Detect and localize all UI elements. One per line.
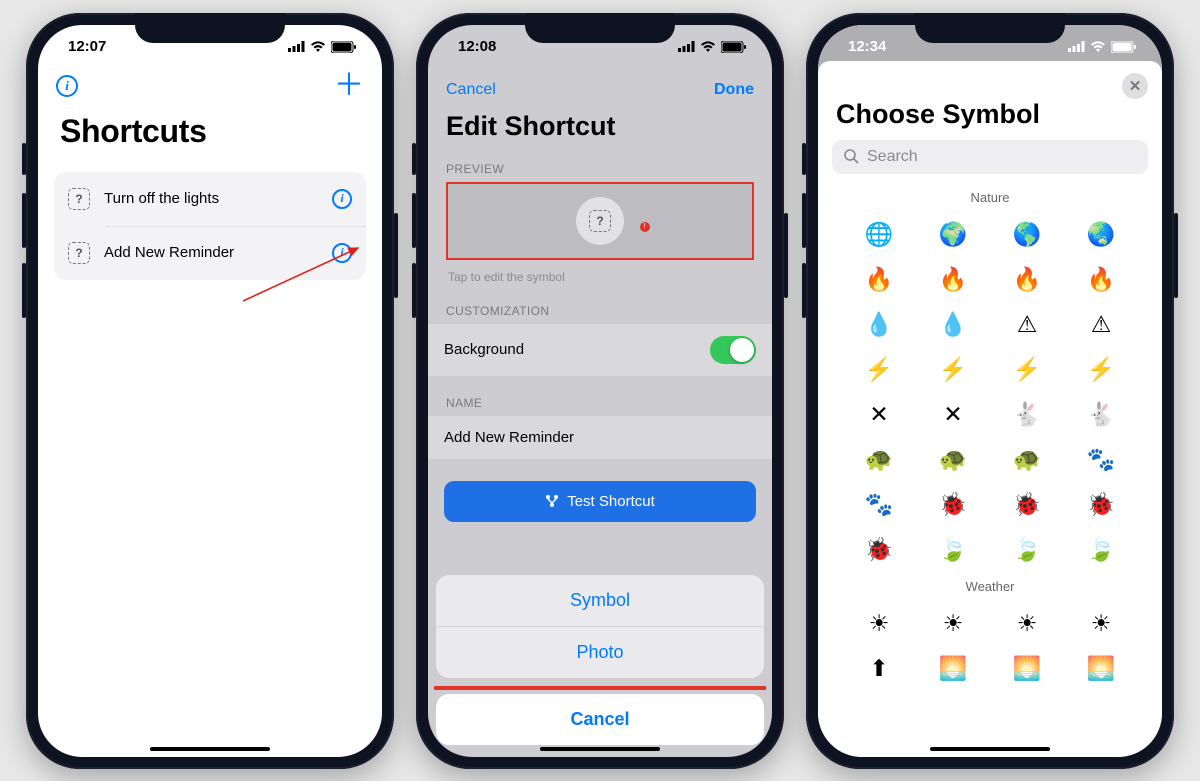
symbol-item[interactable]: 🍃 <box>1013 538 1042 561</box>
symbol-item[interactable]: 🔥 <box>865 268 894 291</box>
symbol-item[interactable]: 🌅 <box>939 657 968 680</box>
phone-choose-symbol: 12:34 ✕ Choose Symbol Search Nature 🌐 🌍 🌎 🌏… <box>806 13 1174 769</box>
symbol-item[interactable]: ☀ <box>1091 612 1112 635</box>
wifi-icon <box>1090 41 1106 53</box>
symbol-item[interactable]: ☀ <box>1017 612 1038 635</box>
symbol-item[interactable]: ✕ <box>869 403 888 426</box>
symbol-item[interactable]: 🔥 <box>939 268 968 291</box>
symbol-item[interactable]: 🌐 <box>865 223 894 246</box>
symbol-item[interactable]: ⚡ <box>939 358 968 381</box>
info-icon[interactable]: i <box>56 75 78 97</box>
symbol-item[interactable]: ☀ <box>943 612 964 635</box>
symbol-item[interactable]: 🍃 <box>939 538 968 561</box>
list-item-label: Add New Reminder <box>104 244 318 261</box>
wifi-icon <box>310 41 326 53</box>
symbol-item[interactable]: 🐞 <box>1087 493 1116 516</box>
cellular-icon <box>288 41 305 52</box>
close-button[interactable]: ✕ <box>1122 73 1148 99</box>
name-field[interactable]: Add New Reminder <box>428 416 772 459</box>
sheet-option-photo[interactable]: Photo <box>436 626 764 678</box>
symbol-grid-nature: 🌐 🌍 🌎 🌏 🔥 🔥 🔥 🔥 💧 💧 ⚠ ⚠ ⚡ ⚡ ⚡ ⚡ ✕ ✕ 🐇 🐇 🐢 🐢 🐢 🐾 🐾 🐞 🐞 🐞 🐞 🍃 🍃 🍃 <box>818 215 1162 565</box>
symbol-item[interactable]: 🌅 <box>1087 657 1116 680</box>
symbol-item[interactable]: ⚠ <box>1091 313 1112 336</box>
list-item[interactable]: ? Turn off the lights i <box>54 172 366 226</box>
phone-edit-shortcut: 12:08 Cancel Done Edit Shortcut PREVIEW … <box>416 13 784 769</box>
symbol-item[interactable]: 🐾 <box>865 493 894 516</box>
page-title: Shortcuts <box>38 107 382 164</box>
category-label-weather: Weather <box>818 565 1162 604</box>
home-indicator[interactable] <box>930 747 1050 751</box>
sheet-cancel-button[interactable]: Cancel <box>436 694 764 745</box>
annotation-highlight <box>434 686 766 690</box>
category-label-nature: Nature <box>818 184 1162 215</box>
status-time: 12:34 <box>848 38 886 55</box>
home-indicator[interactable] <box>540 747 660 751</box>
symbol-item[interactable]: 🍃 <box>1087 538 1116 561</box>
symbol-item[interactable]: 🐢 <box>865 448 894 471</box>
symbol-item[interactable]: 💧 <box>939 313 968 336</box>
page-title: Edit Shortcut <box>428 103 772 160</box>
symbol-item[interactable]: 🐞 <box>1013 493 1042 516</box>
symbol-item[interactable]: ⚠ <box>1017 313 1038 336</box>
error-badge-icon: ! <box>640 222 650 232</box>
branch-icon <box>545 494 559 508</box>
symbol-item[interactable]: 🔥 <box>1087 268 1116 291</box>
section-label-customization: CUSTOMIZATION <box>428 302 772 324</box>
background-toggle[interactable] <box>710 336 756 364</box>
home-indicator[interactable] <box>150 747 270 751</box>
action-sheet: Symbol Photo Cancel <box>436 575 764 745</box>
symbol-item[interactable]: ⬆ <box>869 657 888 680</box>
info-icon[interactable]: i <box>332 189 352 209</box>
section-label-name: NAME <box>428 394 772 416</box>
add-button[interactable]: ＋ <box>334 71 364 101</box>
symbol-item[interactable]: 🐢 <box>1013 448 1042 471</box>
symbol-item[interactable]: 🐞 <box>939 493 968 516</box>
search-placeholder: Search <box>867 148 918 166</box>
wifi-icon <box>700 41 716 53</box>
symbol-item[interactable]: 🌎 <box>1013 223 1042 246</box>
symbol-item[interactable]: 🌏 <box>1087 223 1116 246</box>
status-time: 12:08 <box>458 38 496 55</box>
sheet-option-symbol[interactable]: Symbol <box>436 575 764 626</box>
battery-icon <box>721 41 746 53</box>
info-icon[interactable]: i <box>332 243 352 263</box>
cellular-icon <box>678 41 695 52</box>
symbol-item[interactable]: ⚡ <box>865 358 894 381</box>
symbol-item[interactable]: 🐾 <box>1087 448 1116 471</box>
symbol-item[interactable]: ☀ <box>869 612 890 635</box>
symbol-item[interactable]: ⚡ <box>1013 358 1042 381</box>
shortcut-icon: ? <box>589 210 611 232</box>
cancel-button[interactable]: Cancel <box>446 81 496 99</box>
page-title: Choose Symbol <box>818 71 1162 140</box>
status-time: 12:07 <box>68 38 106 55</box>
symbol-item[interactable]: 💧 <box>865 313 894 336</box>
search-icon <box>844 149 859 164</box>
symbol-item[interactable]: 🐇 <box>1087 403 1116 426</box>
search-input[interactable]: Search <box>832 140 1148 174</box>
shortcuts-list: ? Turn off the lights i ? Add New Remind… <box>54 172 366 280</box>
symbol-item[interactable]: 🔥 <box>1013 268 1042 291</box>
symbol-item[interactable]: 🐢 <box>939 448 968 471</box>
symbol-item[interactable]: ✕ <box>943 403 962 426</box>
shortcut-icon: ? <box>68 242 90 264</box>
preview-hint: Tap to edit the symbol <box>428 266 772 302</box>
test-shortcut-button[interactable]: Test Shortcut <box>444 481 756 522</box>
symbol-item[interactable]: 🐇 <box>1013 403 1042 426</box>
preview-box[interactable]: ? ! <box>446 182 754 260</box>
done-button[interactable]: Done <box>714 81 754 99</box>
symbol-item[interactable]: 🌍 <box>939 223 968 246</box>
symbol-item[interactable]: 🌅 <box>1013 657 1042 680</box>
symbol-item[interactable]: 🐞 <box>865 538 894 561</box>
symbol-item[interactable]: ⚡ <box>1087 358 1116 381</box>
list-item-label: Turn off the lights <box>104 190 318 207</box>
symbol-grid-weather: ☀ ☀ ☀ ☀ ⬆ 🌅 🌅 🌅 <box>818 604 1162 684</box>
background-label: Background <box>444 341 524 358</box>
battery-icon <box>331 41 356 53</box>
phone-shortcuts-list: 12:07 i ＋ Shortcuts ? Turn off the light… <box>26 13 394 769</box>
shortcut-icon: ? <box>68 188 90 210</box>
section-label-preview: PREVIEW <box>428 160 772 182</box>
cellular-icon <box>1068 41 1085 52</box>
battery-icon <box>1111 41 1136 53</box>
list-item[interactable]: ? Add New Reminder i <box>54 226 366 280</box>
